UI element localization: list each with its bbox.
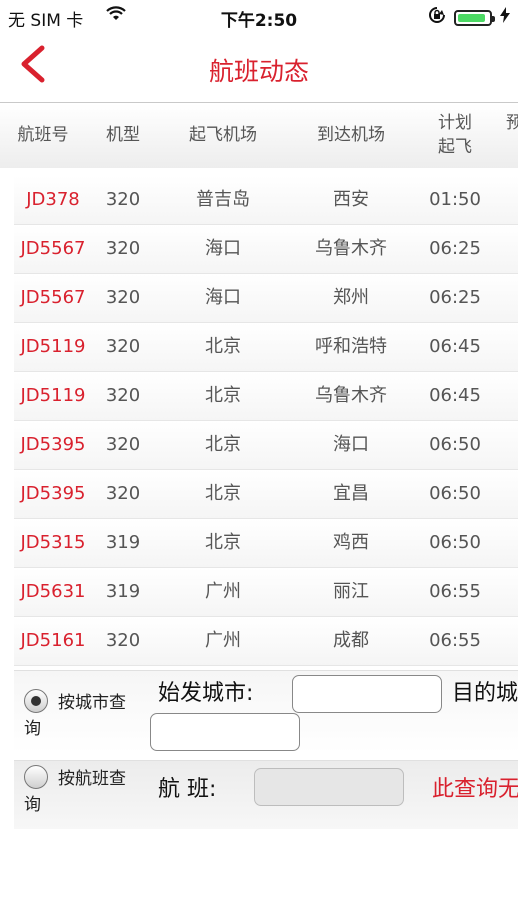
departure-airport: 北京 bbox=[205, 532, 241, 553]
flight-number: JD5119 bbox=[20, 385, 86, 406]
table-header: 航班号 机型 起飞机场 到达机场 计划 起飞 预 bbox=[0, 104, 518, 168]
aircraft-type: 320 bbox=[105, 238, 141, 259]
flight-row[interactable]: JD378 320 普吉岛 西安 01:50 bbox=[14, 176, 518, 225]
scheduled-departure: 06:45 bbox=[429, 385, 481, 406]
aircraft-type: 320 bbox=[105, 385, 141, 406]
arrival-airport: 郑州 bbox=[333, 287, 369, 308]
flight-row[interactable]: JD5119 320 北京 呼和浩特 06:45 bbox=[14, 323, 518, 372]
arrival-airport: 呼和浩特 bbox=[315, 336, 387, 357]
flight-list: JD378 320 普吉岛 西安 01:50 JD5567 320 海口 乌鲁木齐 06:25 JD… bbox=[14, 176, 518, 666]
flight-row[interactable]: JD5567 320 海口 乌鲁木齐 06:25 bbox=[14, 225, 518, 274]
flight-row[interactable]: JD5315 319 北京 鸡西 06:50 bbox=[14, 519, 518, 568]
scheduled-departure: 06:50 bbox=[429, 483, 481, 504]
aircraft-type: 320 bbox=[105, 483, 141, 504]
departure-airport: 海口 bbox=[205, 287, 241, 308]
origin-city-input[interactable] bbox=[292, 675, 442, 713]
arrival-airport: 海口 bbox=[333, 434, 369, 455]
header-scheduled-line1: 计划 bbox=[438, 113, 472, 133]
departure-airport: 北京 bbox=[205, 483, 241, 504]
flight-row[interactable]: JD5567 320 海口 郑州 06:25 bbox=[14, 274, 518, 323]
aircraft-type: 320 bbox=[105, 336, 141, 357]
scheduled-departure: 06:55 bbox=[429, 630, 481, 651]
arrival-airport: 乌鲁木齐 bbox=[315, 385, 387, 406]
departure-airport: 广州 bbox=[205, 581, 241, 602]
scheduled-departure: 06:45 bbox=[429, 336, 481, 357]
flight-number: JD5119 bbox=[20, 336, 86, 357]
flight-row[interactable]: JD5161 320 广州 成都 06:55 bbox=[14, 617, 518, 666]
origin-city-label: 始发城市: bbox=[158, 681, 254, 706]
flight-row[interactable]: JD5395 320 北京 海口 06:50 bbox=[14, 421, 518, 470]
charging-icon bbox=[500, 7, 510, 28]
scheduled-departure: 06:50 bbox=[429, 532, 481, 553]
flight-number-input[interactable] bbox=[254, 768, 404, 806]
status-bar: 无 SIM 卡 下午2:50 bbox=[0, 0, 518, 34]
departure-airport: 海口 bbox=[205, 238, 241, 259]
radio-by-city-label-line2: 询 bbox=[24, 719, 41, 739]
header-departure: 起飞机场 bbox=[189, 125, 257, 145]
query-by-city-panel: 按城市查 询 始发城市: 目的城 bbox=[14, 670, 518, 753]
radio-by-flight[interactable] bbox=[24, 765, 48, 789]
scheduled-departure: 06:25 bbox=[429, 287, 481, 308]
radio-dot-by-city bbox=[31, 696, 41, 706]
battery-icon bbox=[454, 9, 495, 26]
aircraft-type: 319 bbox=[105, 581, 141, 602]
battery-fill bbox=[458, 13, 485, 22]
scheduled-departure: 06:55 bbox=[429, 581, 481, 602]
header-cut-off: 预 bbox=[506, 113, 518, 133]
aircraft-type: 320 bbox=[105, 287, 141, 308]
radio-by-flight-label-line2: 询 bbox=[24, 795, 41, 815]
query-by-flight-panel: 按航班查 询 航 班: 此查询无 bbox=[14, 760, 518, 829]
flight-number: JD5567 bbox=[20, 238, 86, 259]
page-title: 航班动态 bbox=[208, 57, 309, 86]
arrival-airport: 西安 bbox=[333, 189, 369, 210]
header-flight-no: 航班号 bbox=[17, 125, 69, 145]
status-right bbox=[428, 6, 510, 29]
aircraft-type: 320 bbox=[105, 434, 141, 455]
scheduled-departure: 01:50 bbox=[429, 189, 481, 210]
header-aircraft: 机型 bbox=[106, 125, 140, 145]
departure-airport: 普吉岛 bbox=[196, 189, 250, 210]
arrival-airport: 乌鲁木齐 bbox=[315, 238, 387, 259]
radio-by-flight-label-line1: 按航班查 bbox=[58, 769, 126, 789]
scheduled-departure: 06:50 bbox=[429, 434, 481, 455]
aircraft-type: 319 bbox=[105, 532, 141, 553]
departure-airport: 北京 bbox=[205, 336, 241, 357]
arrival-airport: 鸡西 bbox=[333, 532, 369, 553]
flight-number: JD5631 bbox=[20, 581, 86, 602]
arrival-airport: 丽江 bbox=[333, 581, 369, 602]
nav-bar: 航班动态 bbox=[0, 34, 518, 103]
flight-number: JD5395 bbox=[20, 434, 86, 455]
flight-number: JD5567 bbox=[20, 287, 86, 308]
destination-city-label: 目的城 bbox=[452, 681, 518, 706]
departure-airport: 北京 bbox=[205, 385, 241, 406]
flight-number-label: 航 班: bbox=[158, 777, 217, 802]
radio-by-city-label-line1: 按城市查 bbox=[58, 693, 126, 713]
arrival-airport: 宜昌 bbox=[333, 483, 369, 504]
flight-query-note: 此查询无 bbox=[432, 777, 518, 802]
flight-number: JD378 bbox=[26, 189, 80, 210]
flight-row[interactable]: JD5631 319 广州 丽江 06:55 bbox=[14, 568, 518, 617]
rotation-lock-icon bbox=[428, 6, 446, 29]
scheduled-departure: 06:25 bbox=[429, 238, 481, 259]
flight-number: JD5395 bbox=[20, 483, 86, 504]
flight-number: JD5161 bbox=[20, 630, 86, 651]
arrival-airport: 成都 bbox=[333, 630, 369, 651]
flight-row[interactable]: JD5119 320 北京 乌鲁木齐 06:45 bbox=[14, 372, 518, 421]
header-arrival: 到达机场 bbox=[317, 125, 385, 145]
flight-number: JD5315 bbox=[20, 532, 86, 553]
aircraft-type: 320 bbox=[105, 189, 141, 210]
departure-airport: 广州 bbox=[205, 630, 241, 651]
departure-airport: 北京 bbox=[205, 434, 241, 455]
destination-city-input[interactable] bbox=[150, 713, 300, 751]
header-scheduled-line2: 起飞 bbox=[438, 137, 472, 157]
flight-row[interactable]: JD5395 320 北京 宜昌 06:50 bbox=[14, 470, 518, 519]
aircraft-type: 320 bbox=[105, 630, 141, 651]
radio-by-city[interactable] bbox=[24, 689, 48, 713]
